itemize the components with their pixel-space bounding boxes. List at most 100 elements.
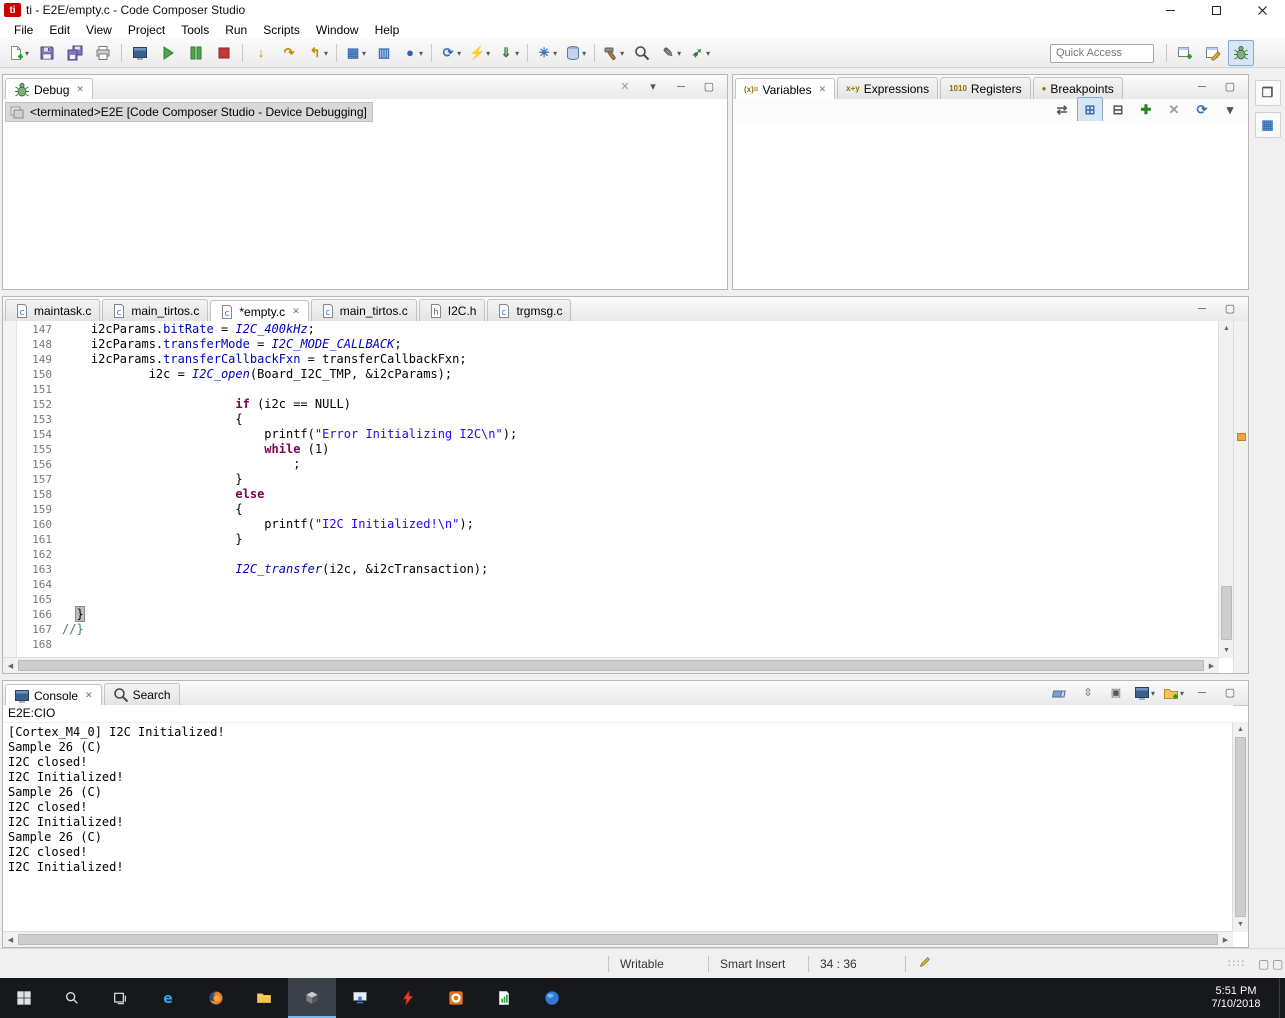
code-text[interactable]: {: [62, 412, 242, 426]
remove-selected-button[interactable]: ✕: [1161, 97, 1187, 123]
editor-tab-maintirtos.c[interactable]: c main_tirtos.c: [102, 299, 209, 321]
code-text[interactable]: i2cParams.transferCallbackFxn = transfer…: [62, 352, 467, 366]
console-output[interactable]: [Cortex_M4_0] I2C Initialized! Sample 26 …: [3, 722, 1233, 932]
scroll-down-icon[interactable]: ▼: [1233, 917, 1248, 932]
open-element-button[interactable]: ➶ ▾: [686, 40, 713, 66]
ccs-edit-perspective-button[interactable]: [1200, 40, 1226, 66]
menu-edit[interactable]: Edit: [41, 21, 78, 39]
memory-fastview-button[interactable]: ▦: [1254, 112, 1281, 138]
print-button[interactable]: [90, 40, 116, 66]
taskbar-remote-pc-app-button[interactable]: [336, 978, 384, 1018]
target-configurations-button[interactable]: ▾: [562, 40, 589, 66]
code-text[interactable]: else: [62, 487, 264, 501]
minimize-button[interactable]: ─: [1189, 682, 1215, 704]
show-logical-structure-button[interactable]: ⊞: [1077, 97, 1103, 123]
editor-tab-trgmsg.c[interactable]: c trgmsg.c: [487, 299, 572, 321]
flash-device-button[interactable]: ⚡ ▾: [466, 40, 493, 66]
code-text[interactable]: //}: [62, 622, 84, 636]
menu-run[interactable]: Run: [217, 21, 255, 39]
taskbar-search-button[interactable]: [48, 978, 96, 1018]
new-button[interactable]: ▾: [5, 40, 32, 66]
clear-console-button[interactable]: [1047, 682, 1073, 704]
minimize-button[interactable]: ─: [1189, 76, 1215, 98]
show-desktop-button[interactable]: [1279, 978, 1285, 1018]
tab-breakpoints[interactable]: ● Breakpoints: [1032, 77, 1123, 99]
code-text[interactable]: }: [62, 606, 85, 622]
step-into-button[interactable]: ↓: [248, 40, 274, 66]
scrollbar-thumb[interactable]: [1235, 737, 1246, 917]
ccs-debug-perspective-button[interactable]: [1228, 40, 1254, 66]
registers-view-button[interactable]: ▥: [371, 40, 397, 66]
menu-scripts[interactable]: Scripts: [255, 21, 308, 39]
code-text[interactable]: I2C_transfer(i2c, &i2cTransaction);: [62, 562, 488, 576]
editor-tab-maintask.c[interactable]: c maintask.c: [5, 299, 101, 321]
scroll-right-icon[interactable]: ▶: [1218, 932, 1233, 947]
code-text[interactable]: i2cParams.transferMode = I2C_MODE_CALLBA…: [62, 337, 402, 351]
code-text[interactable]: i2c = I2C_open(Board_I2C_TMP, &i2cParams…: [62, 367, 452, 381]
code-text[interactable]: ;: [62, 457, 300, 471]
maximize-button[interactable]: ▢: [1217, 76, 1243, 98]
memory-browser-button[interactable]: ▦ ▾: [342, 40, 369, 66]
terminated-launch-item[interactable]: <terminated>E2E [Code Composer Studio - …: [5, 102, 373, 122]
quick-access-input[interactable]: [1050, 43, 1154, 63]
taskbar-task-view-button[interactable]: [96, 978, 144, 1018]
debug-launches-tree[interactable]: <terminated>E2E [Code Composer Studio - …: [3, 99, 727, 289]
code-text[interactable]: }: [62, 532, 242, 546]
minimize-button[interactable]: [1147, 0, 1193, 20]
editor-text-area[interactable]: 147 i2cParams.bitRate = I2C_400kHz; 148 i…: [3, 321, 1219, 658]
menu-tools[interactable]: Tools: [173, 21, 217, 39]
step-return-button[interactable]: ↰ ▾: [304, 40, 331, 66]
resume-button[interactable]: [155, 40, 181, 66]
code-text[interactable]: {: [62, 502, 242, 516]
new-target-configuration-button[interactable]: ✳ ▾: [533, 40, 560, 66]
tab-debug[interactable]: Debug ✕: [5, 78, 93, 100]
tab-search[interactable]: Search: [103, 683, 180, 705]
view-console-button[interactable]: [127, 40, 153, 66]
display-selected-console-button[interactable]: ▾: [1131, 682, 1158, 704]
new-watch-expression-button[interactable]: ✚: [1133, 97, 1159, 123]
editor-vertical-scrollbar[interactable]: ▲ ▼: [1218, 321, 1234, 658]
scroll-left-icon[interactable]: ◀: [3, 932, 18, 947]
code-text[interactable]: while (1): [62, 442, 329, 456]
code-text[interactable]: if (i2c == NULL): [62, 397, 351, 411]
taskbar-code-composer-studio-button[interactable]: [288, 978, 336, 1018]
step-over-button[interactable]: ↷: [276, 40, 302, 66]
maximize-button[interactable]: [1193, 0, 1239, 20]
editor-tab-maintirtos.c[interactable]: c main_tirtos.c: [310, 299, 417, 321]
maximize-button[interactable]: ▢: [1217, 682, 1243, 704]
scroll-down-icon[interactable]: ▼: [1219, 643, 1234, 658]
code-text[interactable]: printf("Error Initializing I2C\n");: [62, 427, 517, 441]
restore-view-button[interactable]: ❐: [1254, 80, 1281, 106]
scroll-lock-button[interactable]: ⇳: [1075, 682, 1101, 704]
open-console-button[interactable]: ▾: [1160, 682, 1187, 704]
menu-project[interactable]: Project: [120, 21, 173, 39]
code-text[interactable]: }: [62, 472, 242, 486]
tab-expressions[interactable]: x+y Expressions: [837, 77, 939, 99]
breakpoint-toggle-button[interactable]: ● ▾: [399, 40, 426, 66]
save-button[interactable]: [34, 40, 60, 66]
taskbar-firefox-button[interactable]: [192, 978, 240, 1018]
remove-all-terminated-button[interactable]: ✕: [612, 76, 638, 98]
close-tab-icon[interactable]: ✕: [292, 306, 300, 317]
scrollbar-thumb[interactable]: [1221, 586, 1232, 640]
suspend-button[interactable]: [183, 40, 209, 66]
taskbar-edge-button[interactable]: e: [144, 978, 192, 1018]
menu-view[interactable]: View: [78, 21, 120, 39]
restore-trim-icon[interactable]: ▢: [1258, 957, 1269, 971]
restore-trim-icon-2[interactable]: ▢: [1272, 957, 1283, 971]
editor-tab-empty.c[interactable]: c *empty.c ✕: [210, 300, 309, 322]
breakpoint-ruler[interactable]: [3, 321, 17, 658]
scroll-up-icon[interactable]: ▲: [1219, 321, 1234, 336]
scrollbar-thumb[interactable]: [18, 660, 1204, 671]
view-menu-button[interactable]: ▾: [1217, 97, 1243, 123]
close-tab-icon[interactable]: ✕: [85, 690, 93, 701]
taskbar-clock[interactable]: 5:51 PM 7/10/2018: [1197, 985, 1275, 1011]
taskbar-lightning-app-button[interactable]: [384, 978, 432, 1018]
editor-horizontal-scrollbar[interactable]: ◀ ▶: [3, 657, 1219, 673]
scroll-right-icon[interactable]: ▶: [1204, 658, 1219, 673]
taskbar-orange-app-button[interactable]: [432, 978, 480, 1018]
scrollbar-thumb[interactable]: [18, 934, 1218, 945]
tab-console[interactable]: Console ✕: [5, 684, 102, 706]
menu-file[interactable]: File: [6, 21, 41, 39]
annotation-button[interactable]: ✎ ▾: [657, 40, 684, 66]
